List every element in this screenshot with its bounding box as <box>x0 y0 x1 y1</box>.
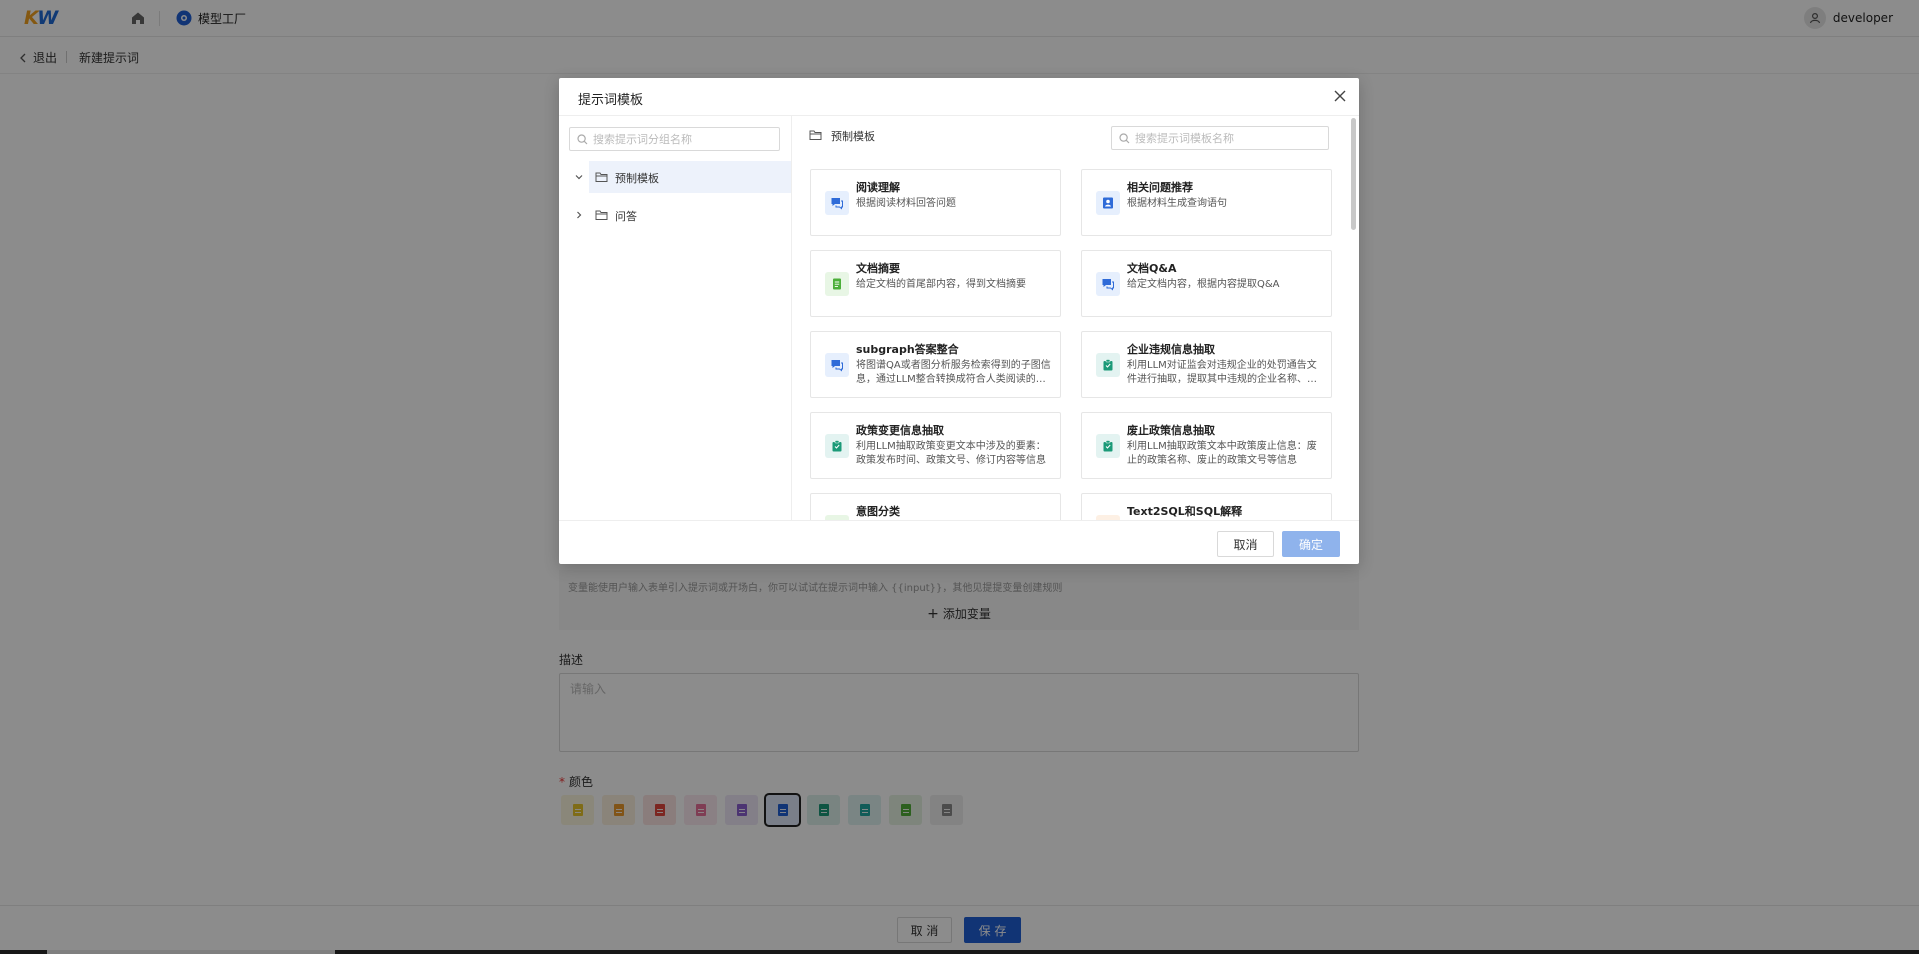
modal-header: 提示词模板 <box>559 78 1359 116</box>
template-search-box[interactable] <box>1111 126 1329 150</box>
folder-icon <box>595 172 608 182</box>
group-tree-pane: 预制模板 问答 <box>559 116 792 520</box>
template-title: subgraph答案整合 <box>856 343 959 356</box>
template-title: 阅读理解 <box>856 181 900 194</box>
template-title: 意图分类 <box>856 505 900 518</box>
contact-icon <box>1096 191 1120 215</box>
group-search-input[interactable] <box>593 132 763 146</box>
modal-title: 提示词模板 <box>578 93 644 108</box>
template-search-input[interactable] <box>1135 131 1305 145</box>
chat-icon <box>825 353 849 377</box>
clipboard-icon <box>1096 434 1120 458</box>
search-icon <box>577 133 588 144</box>
template-title: 废止政策信息抽取 <box>1127 424 1215 437</box>
template-card[interactable]: 废止政策信息抽取利用LLM抽取政策文本中政策废止信息：废止的政策名称、废止的政策… <box>1081 412 1332 479</box>
template-title: 文档摘要 <box>856 262 900 275</box>
clipboard-icon <box>1096 353 1120 377</box>
template-title: 企业违规信息抽取 <box>1127 343 1215 356</box>
template-card[interactable]: 文档摘要给定文档的首尾部内容，得到文档摘要 <box>810 250 1061 317</box>
folder-icon <box>595 210 608 220</box>
template-card[interactable]: Text2SQL和SQL解释 <box>1081 493 1332 520</box>
template-list-pane: 预制模板 阅读理解根据阅读材料回答问题相关问题推荐根据材料生成查询语句文档摘要给… <box>793 116 1359 520</box>
tree-item-label: 问答 <box>615 210 637 223</box>
template-title: Text2SQL和SQL解释 <box>1127 505 1243 518</box>
clipboard-icon <box>825 434 849 458</box>
chevron-right-icon[interactable] <box>573 209 585 221</box>
template-card[interactable]: 相关问题推荐根据材料生成查询语句 <box>1081 169 1332 236</box>
template-card[interactable]: 政策变更信息抽取利用LLM抽取政策变更文本中涉及的要素：政策发布时间、政策文号、… <box>810 412 1061 479</box>
template-description: 利用LLM对证监会对违规企业的处罚通告文件进行抽取，提取其中违规的企业名称、违规… <box>1127 360 1317 385</box>
template-card[interactable]: 企业违规信息抽取利用LLM对证监会对违规企业的处罚通告文件进行抽取，提取其中违规… <box>1081 331 1332 398</box>
template-card[interactable]: 阅读理解根据阅读材料回答问题 <box>810 169 1061 236</box>
group-search-box[interactable] <box>569 127 780 151</box>
folder-icon <box>809 130 822 140</box>
template-description: 利用LLM抽取政策变更文本中涉及的要素：政策发布时间、政策文号、修订内容等信息 <box>856 441 1046 466</box>
chevron-down-icon[interactable] <box>573 171 585 183</box>
current-group-title: 预制模板 <box>831 130 875 143</box>
modal-cancel-button[interactable]: 取消 <box>1217 531 1274 557</box>
template-card[interactable]: 意图分类 <box>810 493 1061 520</box>
template-title: 相关问题推荐 <box>1127 181 1193 194</box>
template-title: 政策变更信息抽取 <box>856 424 944 437</box>
scrollbar[interactable] <box>1350 116 1357 520</box>
tree-item-label: 预制模板 <box>615 172 659 185</box>
prompt-template-modal: 提示词模板 预制模板 问答 预制模板 阅读理解根据阅读材料回答问题相关问题推荐根… <box>559 78 1359 564</box>
search-icon <box>1119 132 1130 143</box>
chat-icon <box>1096 272 1120 296</box>
template-description: 根据材料生成查询语句 <box>1127 198 1227 209</box>
tree-item-qa[interactable]: 问答 <box>559 199 791 231</box>
scrollbar-thumb[interactable] <box>1351 118 1356 230</box>
template-title: 文档Q&A <box>1127 262 1177 275</box>
chat-icon <box>825 191 849 215</box>
close-icon[interactable] <box>1332 88 1348 104</box>
template-description: 利用LLM抽取政策文本中政策废止信息：废止的政策名称、废止的政策文号等信息 <box>1127 441 1317 466</box>
template-description: 将图谱QA或者图分析服务检索得到的子图信息，通过LLM整合转换成符合人类阅读的答… <box>856 360 1051 385</box>
modal-confirm-button[interactable]: 确定 <box>1282 531 1340 557</box>
template-description: 根据阅读材料回答问题 <box>856 198 956 209</box>
template-description: 给定文档的首尾部内容，得到文档摘要 <box>856 279 1026 290</box>
modal-footer: 取消 确定 <box>559 520 1359 564</box>
document-icon <box>825 272 849 296</box>
template-card[interactable]: subgraph答案整合将图谱QA或者图分析服务检索得到的子图信息，通过LLM整… <box>810 331 1061 398</box>
template-description: 给定文档内容，根据内容提取Q&A <box>1127 279 1280 290</box>
template-card[interactable]: 文档Q&A 给定文档内容，根据内容提取Q&A <box>1081 250 1332 317</box>
tree-item-preset-templates[interactable]: 预制模板 <box>575 161 791 193</box>
